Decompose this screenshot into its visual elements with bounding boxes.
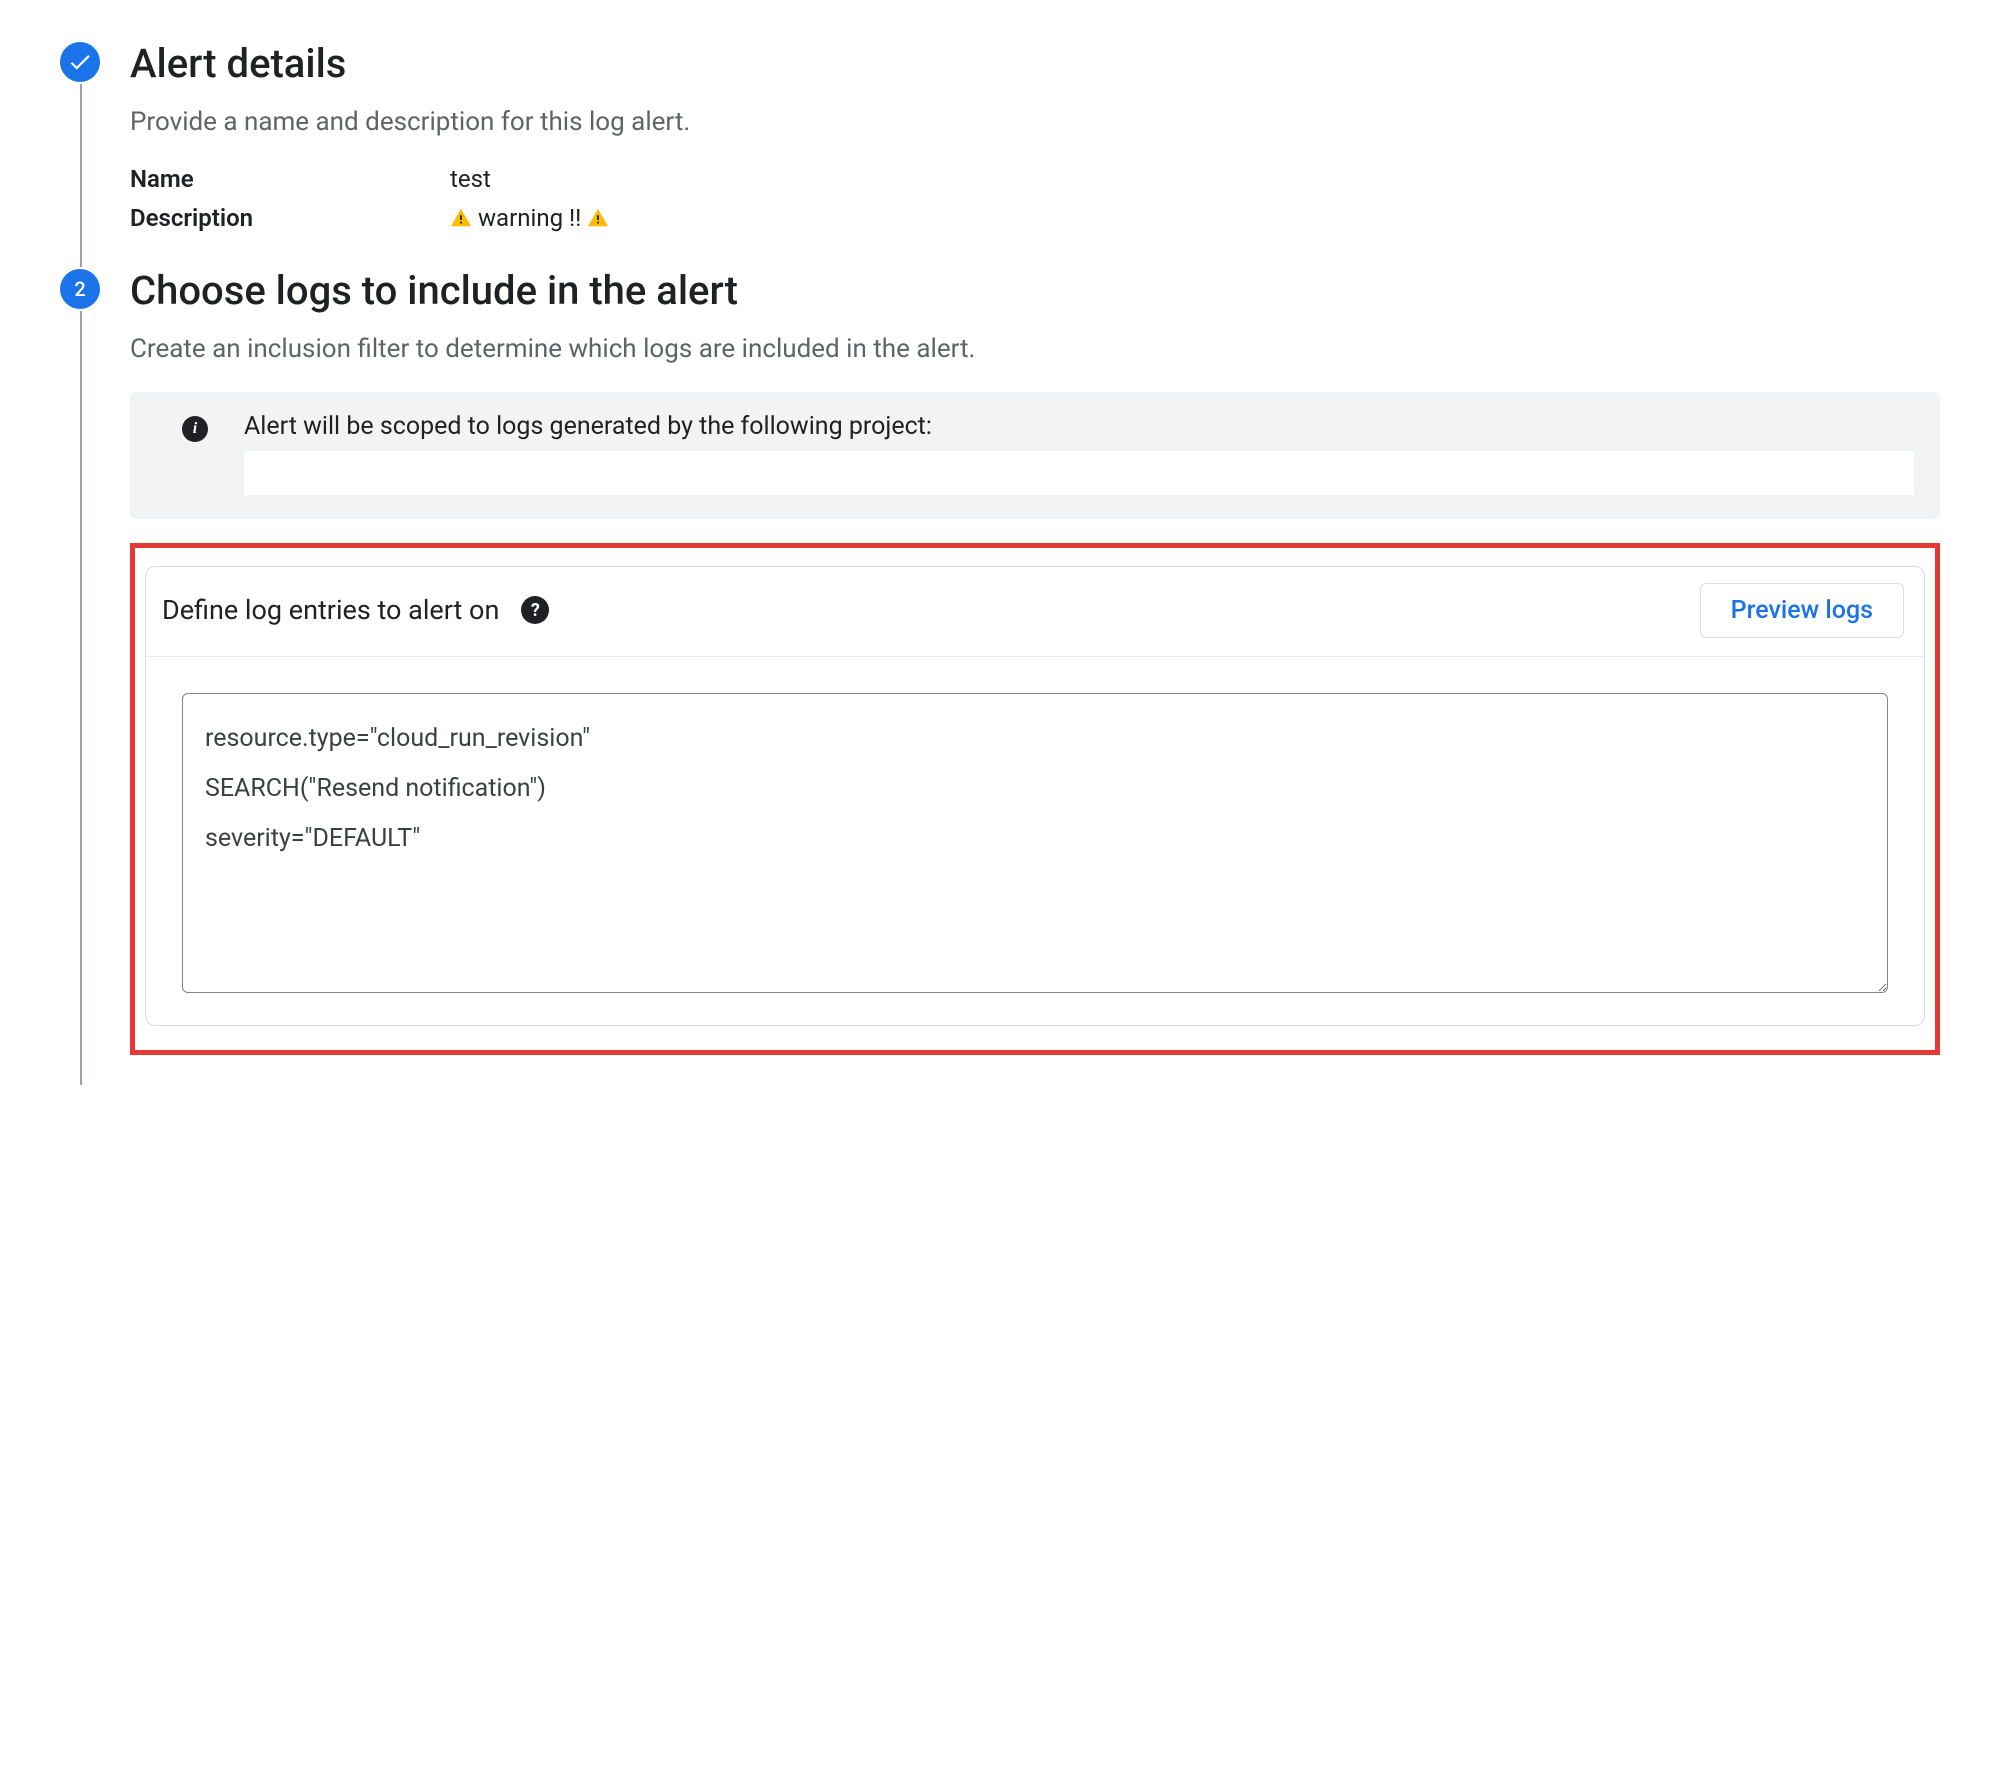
info-content: Alert will be scoped to logs generated b… [244, 412, 1914, 495]
alert-description-value: warning !! [450, 199, 609, 237]
step-1-title: Alert details [130, 40, 1940, 88]
alert-description-label: Description [130, 199, 450, 237]
scope-info-banner: i Alert will be scoped to logs generated… [130, 392, 1940, 519]
alert-name-label: Name [130, 160, 450, 198]
step-alert-details: Alert details Provide a name and descrip… [60, 40, 1940, 267]
scope-project-field[interactable] [244, 451, 1914, 495]
step-2-subtitle: Create an inclusion filter to determine … [130, 331, 1940, 367]
warning-icon [450, 207, 472, 229]
annotation-highlight: Define log entries to alert on ? Preview… [130, 543, 1940, 1055]
warning-icon [587, 207, 609, 229]
info-icon: i [182, 416, 208, 442]
step-choose-logs: 2 Choose logs to include in the alert Cr… [60, 267, 1940, 1084]
alert-wizard-stepper: Alert details Provide a name and descrip… [60, 40, 1940, 1085]
log-filter-card-title: Define log entries to alert on [162, 594, 499, 626]
step-1-completed-icon [60, 42, 100, 82]
log-query-textarea[interactable] [182, 693, 1888, 993]
step-2-title: Choose logs to include in the alert [130, 267, 1940, 315]
log-filter-card: Define log entries to alert on ? Preview… [145, 566, 1925, 1026]
alert-name-value: test [450, 160, 491, 198]
log-filter-card-body [146, 657, 1924, 1025]
scope-info-text: Alert will be scoped to logs generated b… [244, 412, 1914, 441]
checkmark-icon [67, 49, 93, 75]
step-connector-line [80, 311, 82, 1084]
alert-name-row: Name test [130, 160, 1940, 198]
help-icon[interactable]: ? [521, 596, 549, 624]
step-connector-line [80, 84, 82, 267]
step-1-subtitle: Provide a name and description for this … [130, 104, 1940, 140]
alert-description-row: Description warning !! [130, 199, 1940, 237]
alert-description-text: warning !! [478, 199, 581, 237]
step-2-number: 2 [74, 277, 85, 301]
log-filter-card-header: Define log entries to alert on ? Preview… [146, 567, 1924, 657]
card-header-left: Define log entries to alert on ? [162, 594, 549, 626]
step-2-number-icon: 2 [60, 269, 100, 309]
preview-logs-button[interactable]: Preview logs [1700, 583, 1904, 638]
